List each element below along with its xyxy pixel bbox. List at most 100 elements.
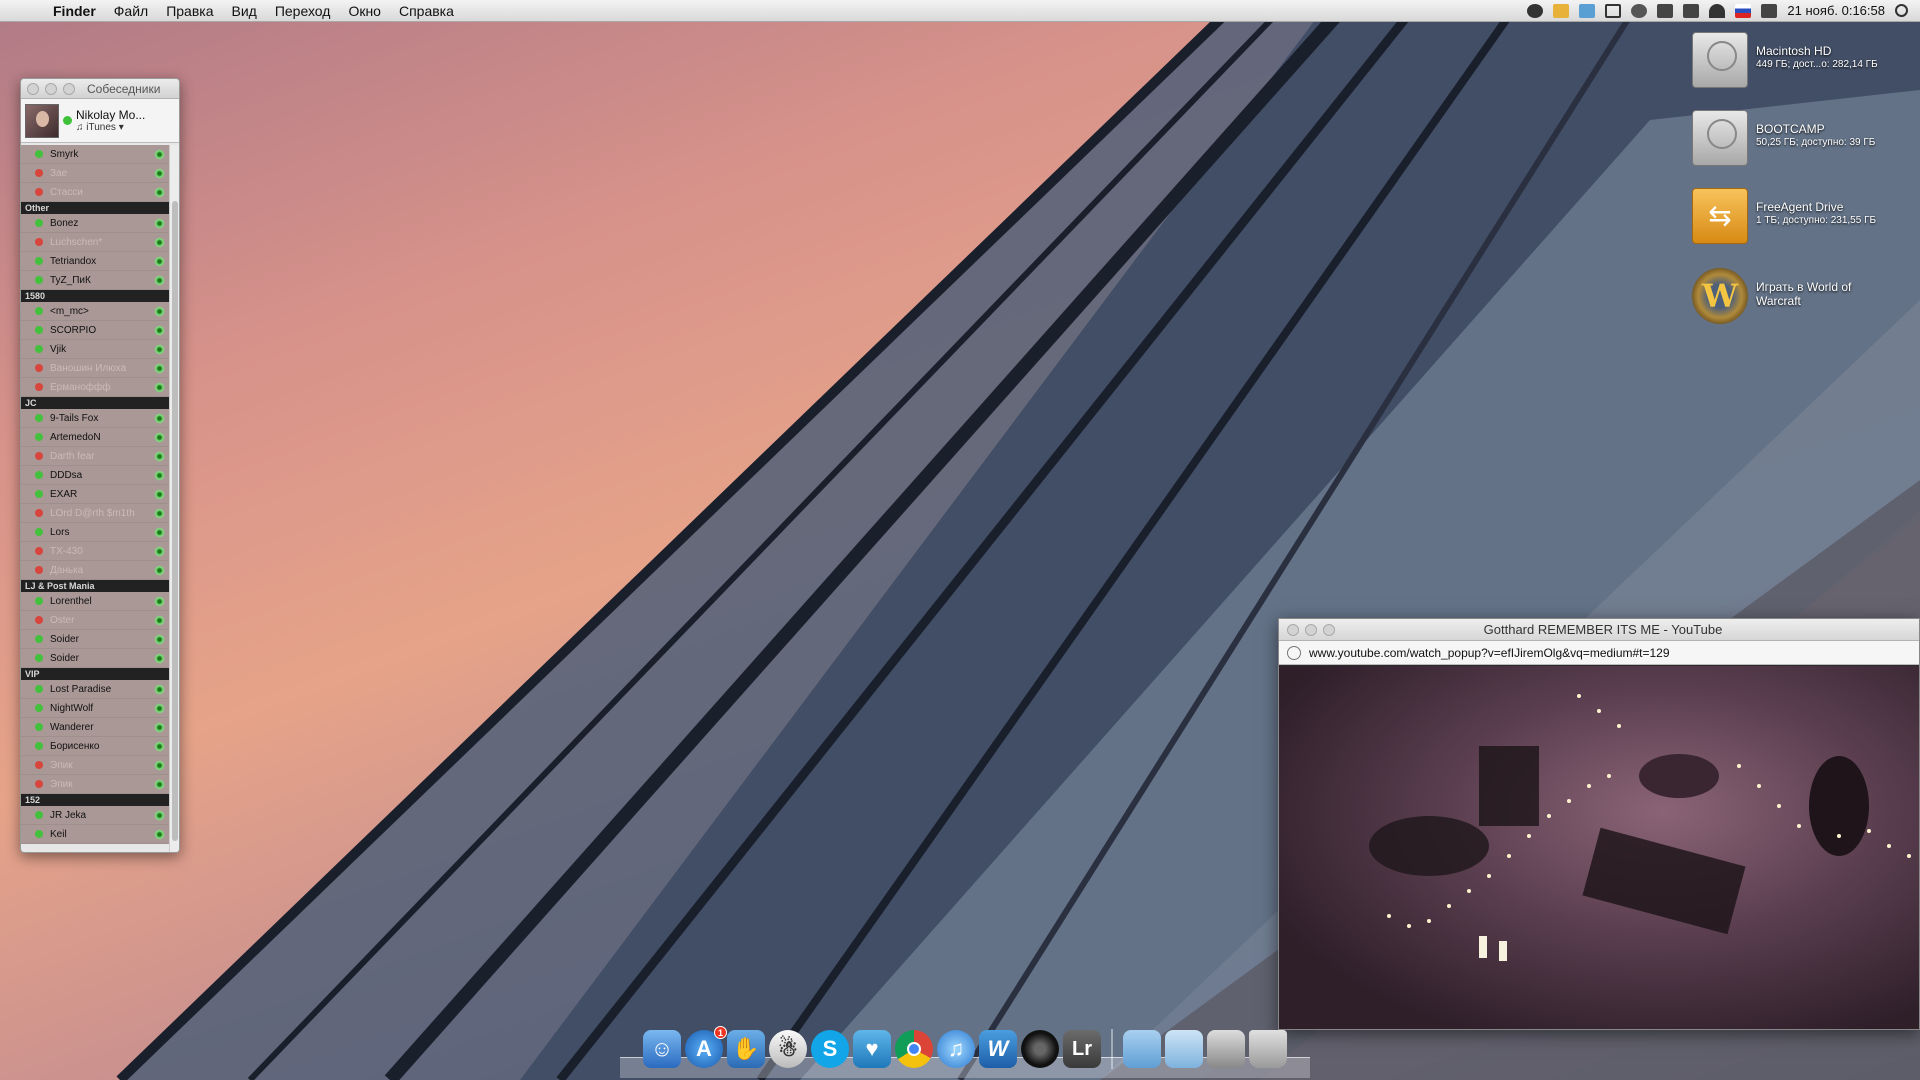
contact-row[interactable]: Борисенко	[21, 737, 169, 756]
menu-help[interactable]: Справка	[390, 3, 463, 19]
contact-row[interactable]: SCORPIO	[21, 321, 169, 340]
tray-display-icon[interactable]	[1605, 3, 1622, 18]
finder-icon[interactable]: ☺	[643, 1030, 681, 1068]
profile-status-dropdown[interactable]: ♫ iTunes ▾	[76, 122, 145, 133]
contact-row[interactable]: Стасси	[21, 183, 169, 202]
contacts-title: Собеседники	[87, 81, 161, 96]
itunes-icon[interactable]: ♫	[937, 1030, 975, 1068]
contact-list-scrollbar[interactable]	[169, 145, 179, 852]
contact-row[interactable]: Keil	[21, 825, 169, 844]
contact-row[interactable]: <m_mc>	[21, 302, 169, 321]
menubar-clock[interactable]: 21 нояб. 0:16:58	[1787, 3, 1885, 18]
contact-row[interactable]: Эпик	[21, 756, 169, 775]
desktop-icon-world-of-warcraft[interactable]: W Играть в World of Warcraft	[1692, 268, 1851, 324]
address-bar[interactable]: www.youtube.com/watch_popup?v=efIJiremOl…	[1279, 641, 1919, 665]
contact-row[interactable]: NightWolf	[21, 699, 169, 718]
app-store-icon[interactable]: A1	[685, 1026, 727, 1068]
spotlight-search-icon[interactable]	[1895, 4, 1908, 17]
word-icon[interactable]: W	[979, 1030, 1017, 1068]
contact-row[interactable]: Lors	[21, 523, 169, 542]
zoom-button[interactable]	[1323, 623, 1335, 636]
contact-row[interactable]: Oster	[21, 611, 169, 630]
group-header[interactable]: JC	[21, 397, 169, 409]
avatar[interactable]	[25, 103, 59, 138]
twitter-icon[interactable]: ♥	[853, 1030, 891, 1068]
trash-icon[interactable]	[1249, 1030, 1287, 1068]
group-header[interactable]: LJ & Post Mania	[21, 580, 169, 592]
contact-row[interactable]: Зае	[21, 164, 169, 183]
contact-name: Данька	[50, 564, 84, 576]
contact-row[interactable]: JR Jeka	[21, 806, 169, 825]
lightroom-icon[interactable]: Lr	[1063, 1030, 1101, 1068]
contact-row[interactable]: Bonez	[21, 214, 169, 233]
tray-russian-flag-icon[interactable]	[1735, 3, 1752, 18]
applications-folder-icon[interactable]	[1123, 1030, 1161, 1068]
contact-row[interactable]: Soider	[21, 649, 169, 668]
contact-row[interactable]: Luchschen*	[21, 233, 169, 252]
tray-paw-icon[interactable]	[1631, 3, 1648, 18]
contact-row[interactable]: Tetriandox	[21, 252, 169, 271]
menu-go[interactable]: Переход	[266, 3, 340, 19]
group-header[interactable]: 152	[21, 794, 169, 806]
contact-row[interactable]: Ваношин Илюха	[21, 359, 169, 378]
contact-row[interactable]: Wanderer	[21, 718, 169, 737]
desktop-icon-bootcamp[interactable]: BOOTCAMP 50,25 ГБ; доступно: 39 ГБ	[1692, 110, 1875, 166]
tray-wifi-icon[interactable]	[1709, 3, 1726, 18]
downloads-stack-icon[interactable]	[1207, 1030, 1245, 1068]
tray-alien-icon[interactable]	[1527, 3, 1544, 18]
scrollbar-thumb[interactable]	[172, 201, 178, 841]
skype-icon[interactable]: S	[811, 1030, 849, 1068]
user-profile[interactable]: Nikolay Mo... ♫ iTunes ▾	[21, 99, 179, 143]
contact-row[interactable]: Ерманоффф	[21, 378, 169, 397]
menu-finder[interactable]: Finder	[44, 3, 105, 19]
contact-row[interactable]: Данька	[21, 561, 169, 580]
tray-dropbox-icon[interactable]	[1579, 3, 1596, 18]
online-status-icon	[35, 654, 43, 662]
contact-row[interactable]: Lorenthel	[21, 592, 169, 611]
tray-bluetooth-icon[interactable]	[1683, 3, 1700, 18]
group-header[interactable]: 1580	[21, 290, 169, 302]
contact-row[interactable]: ArtemedoN	[21, 428, 169, 447]
tray-growl-icon[interactable]	[1553, 3, 1570, 18]
contacts-titlebar[interactable]: Собеседники	[21, 79, 179, 99]
desktop-icon-macintosh-hd[interactable]: Macintosh HD 449 ГБ; дост...о: 282,14 ГБ	[1692, 32, 1878, 88]
contact-row[interactable]: 9-Tails Fox	[21, 409, 169, 428]
group-header[interactable]: VIP	[21, 668, 169, 680]
adium-icon[interactable]: ☃	[769, 1030, 807, 1068]
zoom-button[interactable]	[63, 82, 75, 95]
contact-row[interactable]: Vjik	[21, 340, 169, 359]
tray-volume-icon[interactable]	[1761, 3, 1778, 18]
icq-flower-icon	[154, 381, 165, 393]
close-button[interactable]	[1287, 623, 1299, 636]
contact-row[interactable]: Smyrk	[21, 145, 169, 164]
contact-name: DDDsa	[50, 469, 83, 481]
contact-row[interactable]: EXAR	[21, 485, 169, 504]
menu-edit[interactable]: Правка	[157, 3, 222, 19]
icq-flower-icon	[154, 450, 165, 462]
camera-icon[interactable]	[1021, 1030, 1059, 1068]
contact-row[interactable]: TyZ_ПиК	[21, 271, 169, 290]
url-text[interactable]: www.youtube.com/watch_popup?v=efIJiremOl…	[1309, 646, 1670, 660]
minimize-button[interactable]	[45, 82, 57, 95]
chrome-icon[interactable]	[895, 1030, 933, 1068]
growl-icon[interactable]: ✋	[727, 1030, 765, 1068]
contact-row[interactable]: Darth fear	[21, 447, 169, 466]
contact-row[interactable]: TX-430	[21, 542, 169, 561]
documents-folder-icon[interactable]	[1165, 1030, 1203, 1068]
contact-row[interactable]: LOrd D@rth $m1th	[21, 504, 169, 523]
icq-flower-icon	[154, 305, 165, 317]
tray-twitter-icon[interactable]	[1657, 3, 1674, 18]
contact-row[interactable]: Эпик	[21, 775, 169, 794]
contact-row[interactable]: Lost Paradise	[21, 680, 169, 699]
desktop-icon-freeagent-drive[interactable]: ⇆ FreeAgent Drive 1 ТБ; доступно: 231,55 …	[1692, 188, 1876, 244]
close-button[interactable]	[27, 82, 39, 95]
menu-window[interactable]: Окно	[339, 3, 390, 19]
minimize-button[interactable]	[1305, 623, 1317, 636]
contact-row[interactable]: Soider	[21, 630, 169, 649]
menu-view[interactable]: Вид	[223, 3, 266, 19]
video-player[interactable]	[1279, 666, 1919, 1029]
youtube-titlebar[interactable]: Gotthard REMEMBER ITS ME - YouTube	[1279, 619, 1919, 641]
group-header[interactable]: Other	[21, 202, 169, 214]
contact-row[interactable]: DDDsa	[21, 466, 169, 485]
menu-file[interactable]: Файл	[105, 3, 157, 19]
